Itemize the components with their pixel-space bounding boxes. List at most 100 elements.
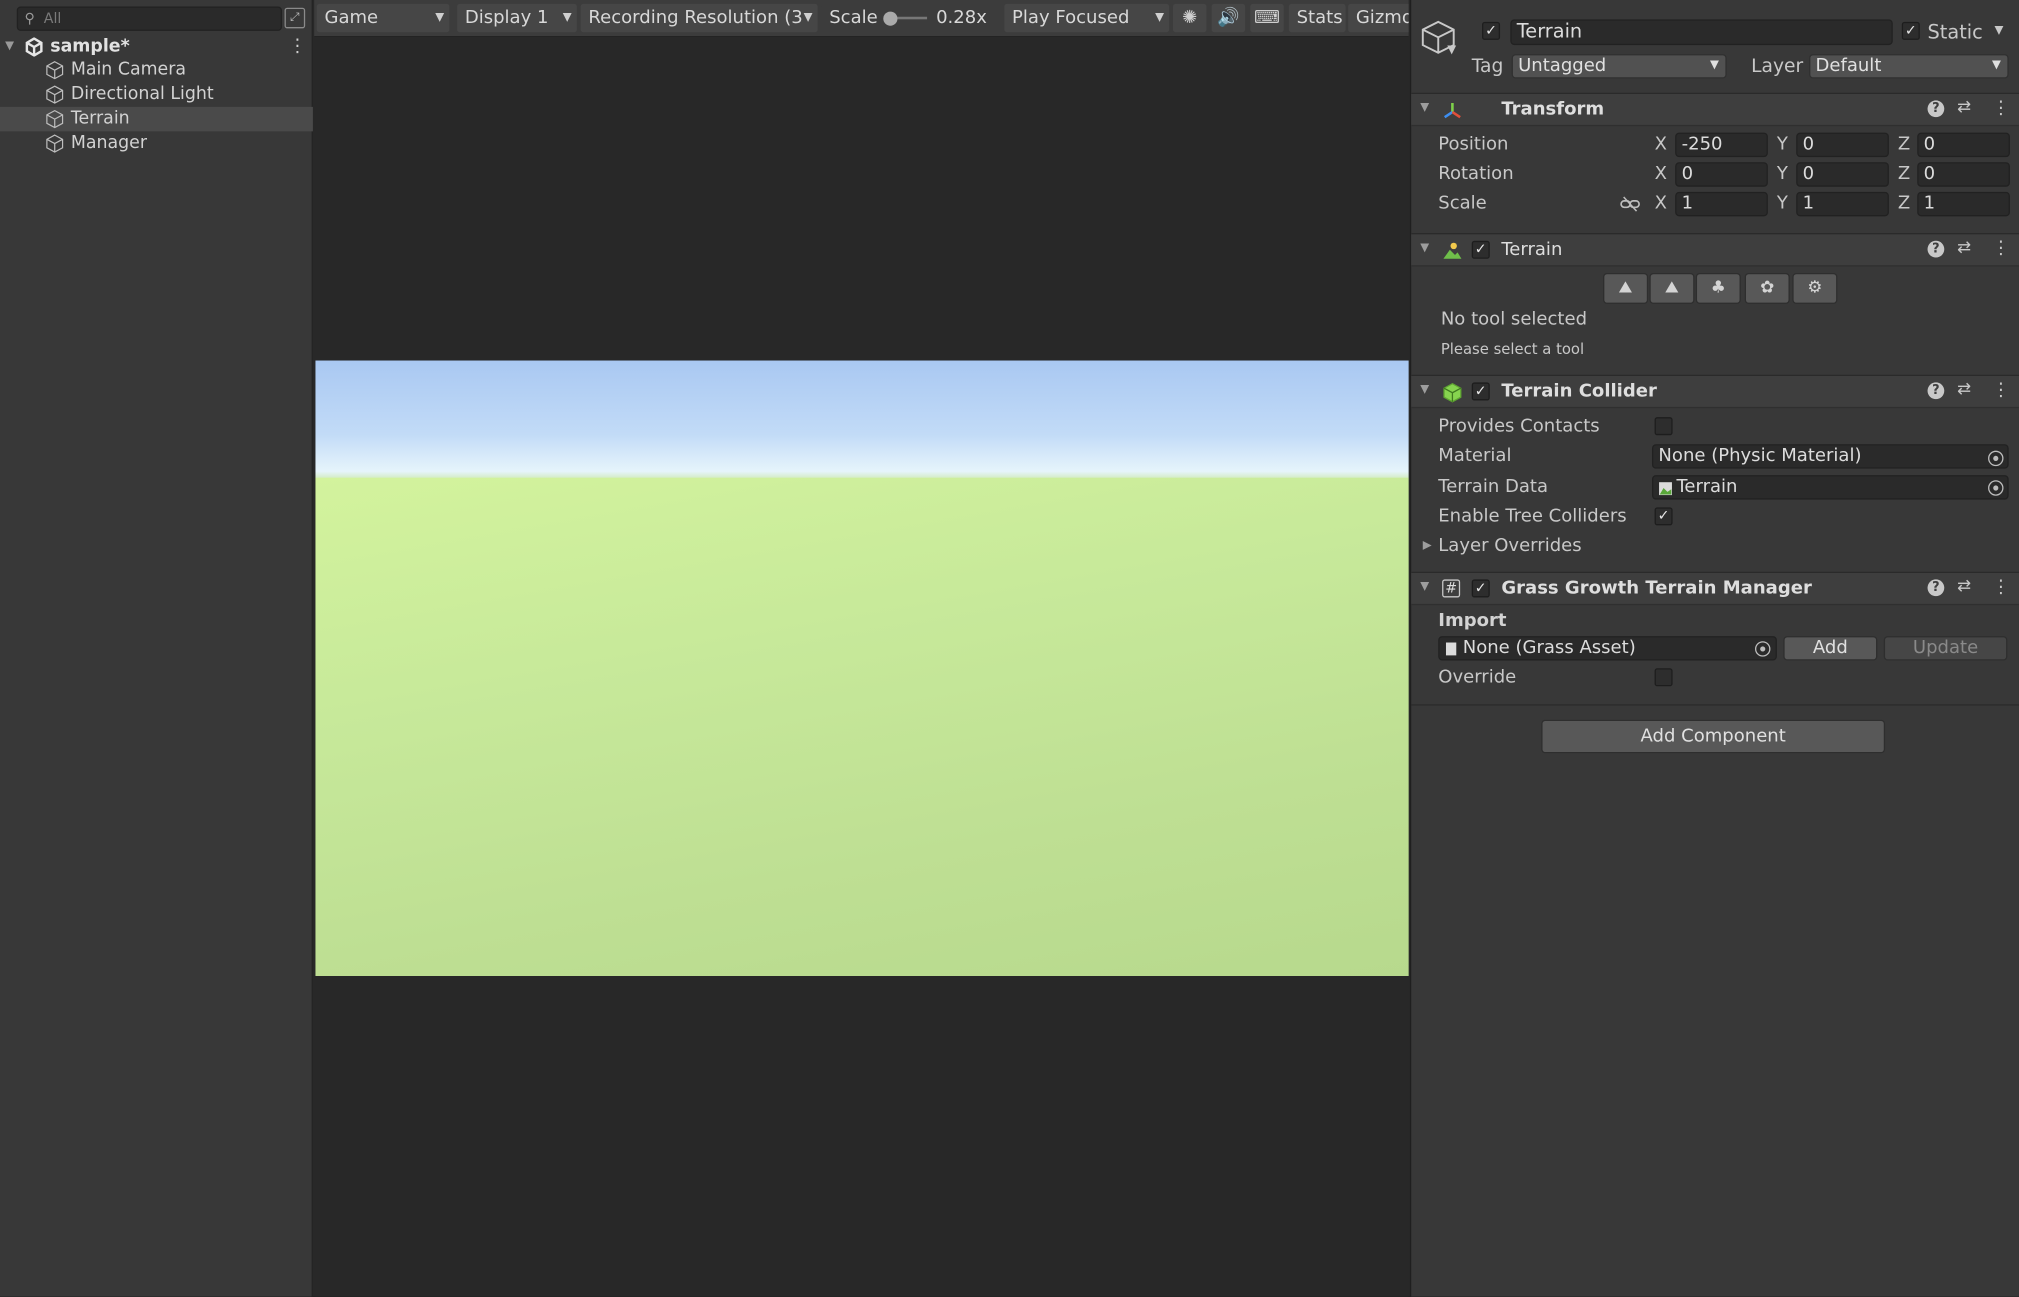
- foldout-arrow-icon[interactable]: ▼: [1420, 242, 1429, 255]
- help-icon[interactable]: ?: [1927, 579, 1945, 597]
- position-y-field[interactable]: 0: [1796, 132, 1889, 158]
- terrain-enabled-checkbox[interactable]: ✓: [1471, 240, 1490, 259]
- view-type-dropdown[interactable]: Game ▼: [316, 3, 450, 33]
- stats-button[interactable]: Stats: [1288, 3, 1346, 33]
- terrain-data-icon: [1659, 482, 1672, 496]
- grass-manager-header[interactable]: ▼ # ✓ Grass Growth Terrain Manager ? ⇄ ⋮: [1411, 571, 2019, 606]
- paint-details-icon[interactable]: ✿: [1744, 272, 1790, 304]
- terrain-settings-icon[interactable]: ⚙: [1792, 272, 1838, 304]
- divider: [1411, 704, 2019, 706]
- collider-icon: [1443, 382, 1462, 403]
- object-picker-icon[interactable]: [1988, 450, 2004, 467]
- active-checkbox[interactable]: ✓: [1482, 21, 1501, 40]
- grass-asset-field[interactable]: None (Grass Asset): [1438, 636, 1777, 661]
- gameobject-cube-icon: [46, 109, 64, 129]
- keyboard-icon[interactable]: ⌨: [1250, 3, 1284, 33]
- hierarchy-item-terrain[interactable]: Terrain: [0, 106, 313, 132]
- scene-name: sample*: [50, 36, 130, 57]
- foldout-arrow-icon[interactable]: ▼: [1420, 102, 1429, 115]
- paint-trees-icon[interactable]: ♣: [1695, 272, 1741, 304]
- gameobject-cube-icon: [46, 134, 64, 153]
- add-button[interactable]: Add: [1783, 636, 1878, 661]
- chevron-down-icon: ▼: [803, 3, 813, 33]
- tag-dropdown[interactable]: Untagged ▼: [1511, 54, 1727, 79]
- scene-root-item[interactable]: ▼ sample* ⋮: [0, 35, 313, 59]
- foldout-arrow-icon[interactable]: ▶: [1423, 540, 1432, 553]
- preset-icon[interactable]: ⇄: [1957, 98, 1971, 117]
- display-dropdown[interactable]: Display 1 ▼: [457, 3, 577, 33]
- more-icon[interactable]: ⋮: [1992, 238, 2010, 259]
- chevron-down-icon[interactable]: ▼: [1447, 44, 1456, 57]
- object-name-field[interactable]: Terrain: [1510, 19, 1893, 46]
- terrain-ground: [315, 477, 1409, 977]
- collider-enabled-checkbox[interactable]: ✓: [1471, 382, 1490, 401]
- resolution-dropdown[interactable]: Recording Resolution (3 ▼: [580, 3, 818, 33]
- position-x-field[interactable]: -250: [1675, 132, 1768, 158]
- script-icon: #: [1442, 579, 1461, 598]
- terrain-component-header[interactable]: ▼ ✓ Terrain ? ⇄ ⋮: [1411, 233, 2019, 267]
- bug-icon[interactable]: ✺: [1173, 3, 1207, 33]
- hierarchy-search-input[interactable]: ⚲ All: [16, 6, 282, 31]
- chevron-down-icon: ▼: [1710, 59, 1719, 73]
- rotation-y-field[interactable]: 0: [1796, 162, 1889, 187]
- grass-manager-enabled-checkbox[interactable]: ✓: [1471, 579, 1490, 598]
- scale-control: Scale 0.28x: [821, 3, 1001, 33]
- object-picker-icon[interactable]: [1754, 641, 1771, 657]
- position-z-field[interactable]: 0: [1917, 132, 2010, 158]
- static-checkbox[interactable]: ✓: [1901, 21, 1920, 40]
- layer-dropdown[interactable]: Default ▼: [1809, 54, 2009, 79]
- create-neighbor-terrains-icon[interactable]: ⛰: [1603, 272, 1649, 304]
- help-icon[interactable]: ?: [1927, 240, 1945, 258]
- file-icon: [1445, 642, 1457, 656]
- add-component-button[interactable]: Add Component: [1541, 719, 1886, 754]
- paint-terrain-icon[interactable]: ⛰: [1649, 272, 1695, 304]
- more-icon[interactable]: ⋮: [1992, 98, 2010, 119]
- provides-contacts-checkbox[interactable]: [1654, 417, 1673, 436]
- speaker-icon[interactable]: 🔊: [1211, 3, 1246, 33]
- foldout-arrow-icon[interactable]: ▼: [5, 35, 14, 59]
- preset-icon[interactable]: ⇄: [1957, 577, 1971, 596]
- scale-z-field[interactable]: 1: [1917, 191, 2010, 217]
- search-icon: ⚲: [24, 10, 35, 28]
- preset-icon[interactable]: ⇄: [1957, 380, 1971, 399]
- terrain-data-field[interactable]: Terrain: [1651, 475, 2009, 500]
- more-icon[interactable]: ⋮: [1992, 380, 2010, 401]
- material-field[interactable]: None (Physic Material): [1651, 444, 2009, 469]
- scale-y-field[interactable]: 1: [1796, 191, 1889, 217]
- update-button[interactable]: Update: [1883, 636, 2008, 661]
- gizmos-button[interactable]: Gizmo: [1348, 3, 1409, 33]
- gameobject-cube-icon: [46, 61, 64, 80]
- transform-icon: [1443, 103, 1461, 119]
- help-icon[interactable]: ?: [1927, 100, 1945, 118]
- rotation-x-field[interactable]: 0: [1675, 162, 1768, 187]
- terrain-icon: [1443, 242, 1462, 259]
- transform-header[interactable]: ▼ Transform ? ⇄ ⋮: [1411, 92, 2019, 127]
- preset-icon[interactable]: ⇄: [1957, 238, 1971, 257]
- chevron-down-icon: ▼: [1155, 11, 1164, 25]
- hierarchy-item-main-camera[interactable]: Main Camera: [0, 58, 313, 82]
- hierarchy-panel: ⚲ All ⤢ ▼ sample* ⋮ Main Camera Direction…: [0, 0, 313, 1297]
- play-mode-dropdown[interactable]: Play Focused ▼: [1004, 3, 1170, 33]
- scale-x-field[interactable]: 1: [1675, 191, 1768, 217]
- game-view-toolbar: Game ▼ Display 1 ▼ Recording Resolution (3…: [314, 0, 1409, 38]
- more-icon[interactable]: ⋮: [288, 35, 306, 59]
- hierarchy-item-manager[interactable]: Manager: [0, 131, 313, 155]
- gameobject-cube-icon: [46, 85, 64, 104]
- constrain-proportions-icon[interactable]: [1620, 196, 1641, 213]
- enable-tree-colliders-checkbox[interactable]: ✓: [1654, 507, 1673, 526]
- terrain-collider-header[interactable]: ▼ ✓ Terrain Collider ? ⇄ ⋮: [1411, 374, 2019, 409]
- chevron-down-icon: ▼: [562, 11, 572, 25]
- scale-slider-handle[interactable]: [883, 11, 898, 26]
- chevron-down-icon[interactable]: ▼: [1994, 24, 2003, 37]
- scene-visibility-icon[interactable]: ⤢: [284, 7, 306, 29]
- foldout-arrow-icon[interactable]: ▼: [1420, 581, 1429, 594]
- help-icon[interactable]: ?: [1927, 382, 1945, 400]
- object-picker-icon[interactable]: [1988, 480, 2004, 496]
- hierarchy-item-directional-light[interactable]: Directional Light: [0, 82, 313, 106]
- override-checkbox[interactable]: [1654, 668, 1673, 687]
- layer-overrides-foldout[interactable]: Layer Overrides: [1438, 536, 1581, 557]
- foldout-arrow-icon[interactable]: ▼: [1420, 384, 1429, 397]
- more-icon[interactable]: ⋮: [1992, 577, 2010, 598]
- game-render-viewport[interactable]: [315, 360, 1409, 977]
- rotation-z-field[interactable]: 0: [1917, 162, 2010, 187]
